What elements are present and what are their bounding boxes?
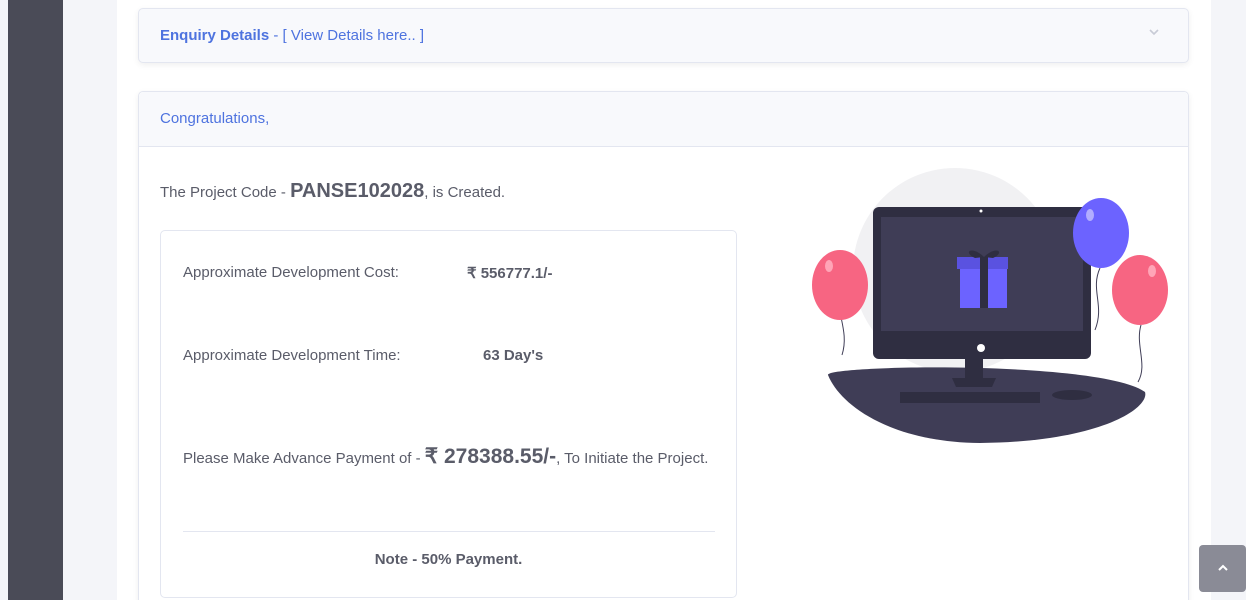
- enquiry-details-card[interactable]: Enquiry Details - [ View Details here.. …: [138, 8, 1189, 63]
- project-code-prefix: The Project Code -: [160, 184, 291, 201]
- estimate-box: Approximate Development Cost: ₹ 556777.1…: [160, 230, 737, 598]
- time-value: 63 Day's: [483, 347, 544, 364]
- scroll-to-top-button[interactable]: [1199, 545, 1246, 592]
- content-gutter-right: [1211, 0, 1246, 600]
- time-label: Approximate Development Time:: [183, 347, 401, 364]
- divider: [183, 531, 715, 532]
- payment-suffix: , To Initiate the Project.: [556, 450, 709, 467]
- project-code-suffix: , is Created.: [424, 184, 506, 201]
- enquiry-details-separator: -: [269, 27, 283, 44]
- project-code-line: The Project Code - PANSE102028, is Creat…: [160, 180, 505, 203]
- congratulations-header: Congratulations,: [139, 92, 1188, 147]
- enquiry-details-header[interactable]: Enquiry Details - [ View Details here.. …: [160, 27, 424, 44]
- chevron-up-icon: [1217, 564, 1228, 571]
- payment-note: Note - 50% Payment.: [374, 551, 523, 568]
- chevron-down-icon[interactable]: [1148, 26, 1160, 38]
- advance-payment-text: Please Make Advance Payment of - ₹ 27838…: [183, 443, 713, 472]
- page-edge: [0, 0, 8, 600]
- view-details-link[interactable]: [ View Details here.. ]: [283, 27, 424, 44]
- enquiry-details-title: Enquiry Details: [160, 27, 270, 44]
- payment-prefix: Please Make Advance Payment of -: [183, 450, 425, 467]
- payment-amount: ₹ 278388.55/-: [424, 445, 557, 468]
- sidebar: [8, 0, 63, 600]
- celebration-illustration: [812, 168, 1168, 443]
- project-code: PANSE102028: [290, 180, 425, 202]
- cost-value: ₹ 556777.1/-: [467, 265, 553, 282]
- content-gutter-left: [63, 0, 117, 600]
- cost-label: Approximate Development Cost:: [183, 264, 399, 281]
